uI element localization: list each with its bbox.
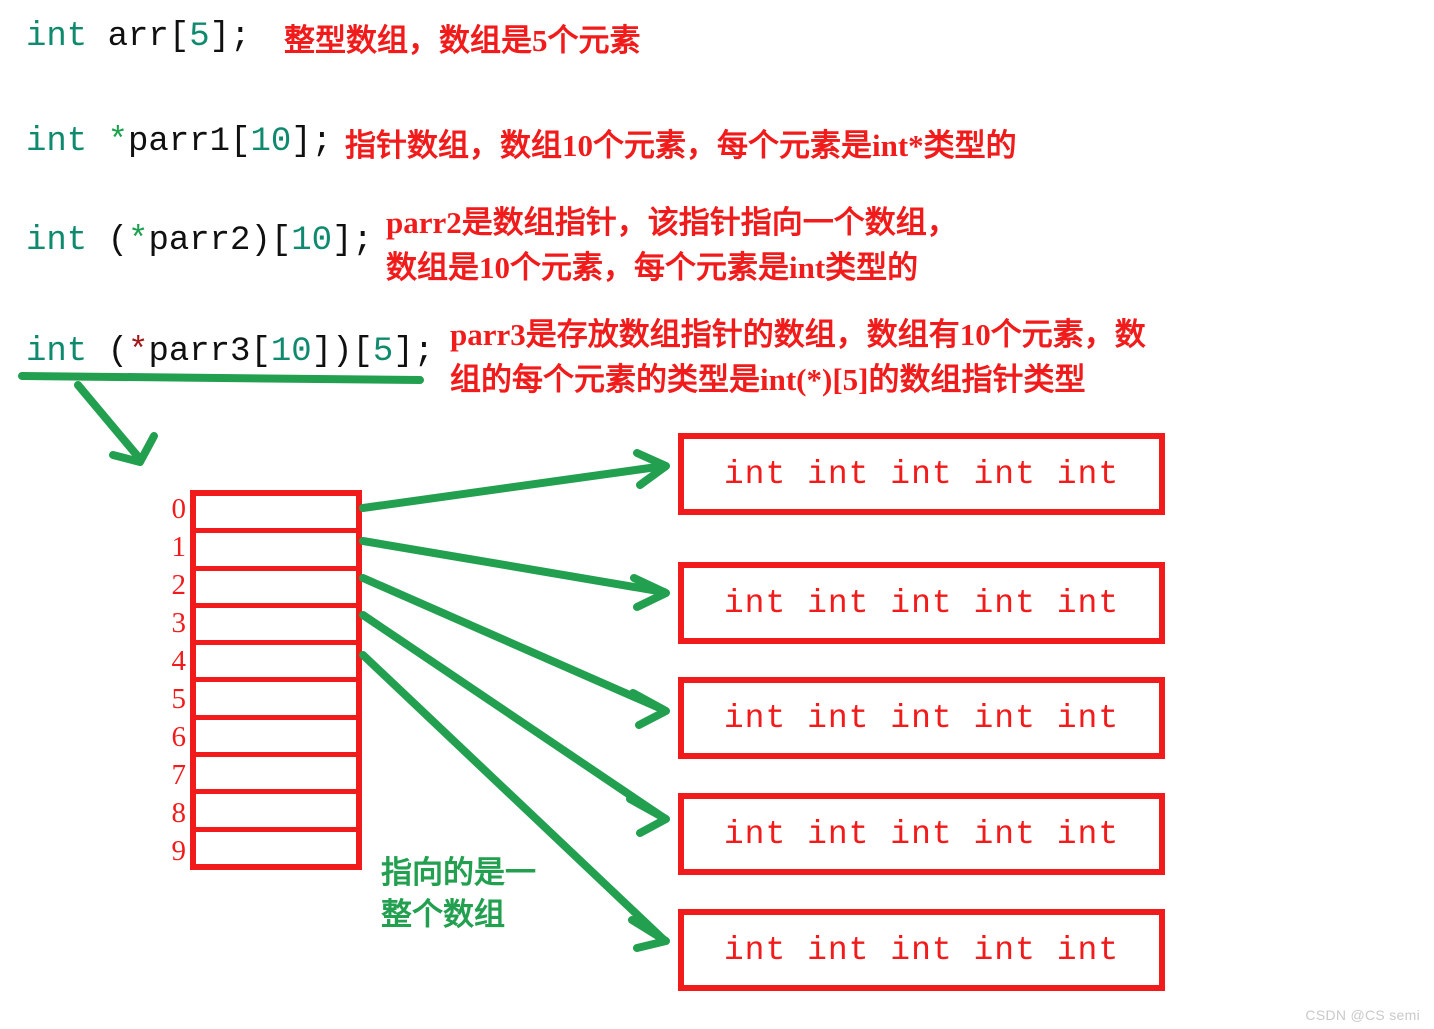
array-index-6: 6 [171, 720, 187, 753]
bracket-open-1: [ [250, 333, 271, 371]
semicolon: ; [311, 123, 333, 161]
target-array-box-4: int int int int int [678, 909, 1165, 991]
target-array-box-3: int int int int int [678, 793, 1165, 875]
bracket-open-2: [ [352, 333, 373, 371]
keyword-int: int [26, 123, 88, 161]
arrow-parr3-to-table-head [109, 432, 158, 466]
note-parr2-line1: parr2是数组指针，该指针指向一个数组， [386, 205, 958, 240]
semicolon: ; [413, 333, 435, 371]
bracket-close: ] [291, 123, 312, 161]
target-array-box-2: int int int int int [678, 677, 1165, 759]
arrow-parr3-to-table [74, 381, 144, 463]
pointer-array-cell [196, 832, 356, 864]
keyword-int: int [26, 222, 88, 260]
bracket-close-2: ] [393, 333, 414, 371]
bracket-close: ] [209, 18, 231, 56]
asterisk: * [128, 333, 149, 371]
note-parr3-line2: 组的每个元素的类型是int(*)[5]的数组指针类型 [450, 362, 1086, 397]
code-line-parr1: int *parr1[10]; [26, 123, 332, 161]
identifier-parr1: parr1 [128, 123, 231, 161]
code-line-arr: int arr[5]; [26, 18, 250, 56]
bracket-open: [ [168, 18, 190, 56]
semicolon: ; [230, 18, 251, 56]
pointer-array-cell [196, 645, 356, 683]
arrow-cell3-to-box3 [359, 611, 668, 822]
identifier-arr: arr [107, 18, 169, 56]
bracket-close-1: ] [311, 333, 333, 371]
pointer-array-cell [196, 682, 356, 720]
semicolon: ; [352, 222, 373, 260]
keyword-int: int [26, 333, 88, 371]
note-parr2-line2: 数组是10个元素，每个元素是int类型的 [386, 250, 919, 285]
array-size-10: 10 [270, 333, 312, 371]
underline-parr3 [18, 372, 424, 384]
paren-open: ( [107, 222, 129, 260]
annotation-line2: 整个数组 [381, 897, 505, 932]
arrow-cell1-to-box1 [359, 537, 668, 596]
array-size-5: 5 [372, 333, 394, 371]
annotation-line1: 指向的是一 [381, 855, 536, 890]
arrow-cell0-head [633, 449, 670, 489]
array-index-0: 0 [171, 492, 187, 525]
paren-open: ( [107, 333, 129, 371]
array-index-5: 5 [171, 682, 187, 715]
diagram-canvas: int arr[5]; 整型数组，数组是5个元素 int *parr1[10];… [0, 0, 1434, 1029]
array-index-8: 8 [171, 796, 187, 829]
pointer-array-cell [196, 794, 356, 832]
array-size-10: 10 [291, 222, 333, 260]
arrow-cell1-head [630, 574, 670, 611]
keyword-int: int [26, 18, 88, 56]
note-arr: 整型数组，数组是5个元素 [284, 23, 641, 58]
code-line-parr3: int (*parr3[10])[5]; [26, 333, 434, 371]
note-parr3-line1: parr3是存放数组指针的数组，数组有10个元素，数 [450, 317, 1146, 352]
note-parr2: parr2是数组指针，该指针指向一个数组， 数组是10个元素，每个元素是int类型… [386, 200, 958, 290]
bracket-open: [ [230, 123, 251, 161]
array-index-3: 3 [171, 606, 187, 639]
paren-close: ) [250, 222, 271, 260]
paren-close: ) [332, 333, 353, 371]
identifier-parr3: parr3 [148, 333, 251, 371]
array-index-7: 7 [171, 758, 187, 791]
note-parr1: 指针数组，数组10个元素，每个元素是int*类型的 [345, 128, 1017, 163]
code-line-parr2: int (*parr2)[10]; [26, 222, 373, 260]
pointer-array-cell [196, 720, 356, 758]
arrow-cell0-to-box0 [359, 462, 668, 512]
arrow-cell2-head [629, 689, 670, 729]
watermark: CSDN @CS semi [1305, 1007, 1420, 1023]
array-index-1: 1 [171, 530, 187, 563]
arrow-cell4-head [628, 916, 670, 952]
target-array-box-0: int int int int int [678, 433, 1165, 515]
array-index-2: 2 [171, 568, 187, 601]
bracket-open: [ [270, 222, 292, 260]
pointer-array-cell [196, 757, 356, 795]
note-parr3: parr3是存放数组指针的数组，数组有10个元素，数 组的每个元素的类型是int(… [450, 312, 1146, 402]
arrow-cell3-head [626, 795, 670, 837]
array-index-9: 9 [171, 834, 187, 867]
arrow-cell2-to-box2 [359, 574, 668, 714]
pointer-array-table [190, 490, 362, 870]
pointer-array-cell [196, 571, 356, 608]
annotation-points-to-whole-array: 指向的是一 整个数组 [381, 852, 536, 936]
bracket-close: ] [332, 222, 353, 260]
array-size-10: 10 [250, 123, 292, 161]
asterisk: * [128, 222, 149, 260]
pointer-array-cell [196, 608, 356, 646]
pointer-array-cell [196, 496, 356, 534]
pointer-array-index-column: 0 1 2 3 4 5 6 7 8 9 [160, 490, 187, 870]
array-size-5: 5 [189, 18, 210, 56]
target-array-box-1: int int int int int [678, 562, 1165, 644]
pointer-array-cell [196, 533, 356, 571]
array-index-4: 4 [171, 644, 187, 677]
identifier-parr2: parr2 [148, 222, 251, 260]
asterisk: * [107, 123, 129, 161]
